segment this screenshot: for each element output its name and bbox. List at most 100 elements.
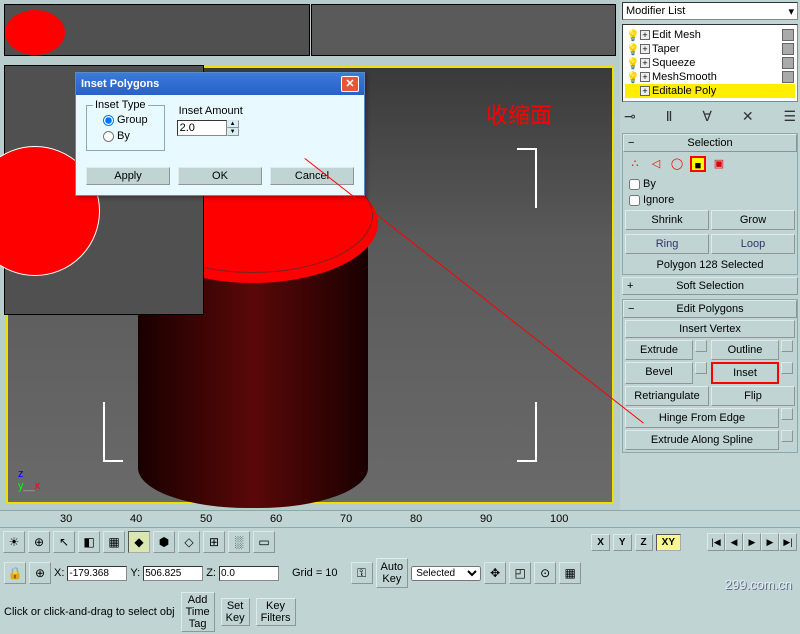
ignore-checkbox[interactable]	[629, 195, 640, 206]
toggle-icon[interactable]	[782, 43, 794, 55]
apply-button[interactable]: Apply	[86, 167, 170, 185]
auto-key-button[interactable]: Auto Key	[376, 558, 409, 588]
tool-icon[interactable]: ░	[228, 531, 250, 553]
shrink-button[interactable]: Shrink	[625, 210, 709, 230]
element-icon[interactable]: ▣	[711, 156, 727, 172]
z-input[interactable]	[219, 566, 279, 581]
prev-frame-icon[interactable]: ◀	[725, 533, 743, 551]
bulb-icon[interactable]: 💡	[626, 71, 638, 83]
by-checkbox[interactable]	[629, 179, 640, 190]
goto-end-icon[interactable]: ▶|	[779, 533, 797, 551]
inset-button[interactable]: Inset	[711, 362, 779, 384]
by-radio[interactable]	[103, 131, 114, 142]
delete-icon[interactable]: ✕	[742, 108, 754, 125]
modifier-item[interactable]: 💡+MeshSmooth	[625, 70, 795, 84]
modifier-item[interactable]: 💡+Edit Mesh	[625, 28, 795, 42]
nav-icon[interactable]: ▦	[559, 562, 581, 584]
ok-button[interactable]: OK	[178, 167, 262, 185]
edge-icon[interactable]: ◁	[648, 156, 664, 172]
bevel-settings[interactable]	[695, 362, 707, 374]
play-icon[interactable]: ▶	[743, 533, 761, 551]
expand-icon[interactable]: +	[640, 44, 650, 54]
spinner-up-icon[interactable]: ▲	[227, 120, 239, 128]
toggle-icon[interactable]	[782, 29, 794, 41]
inset-amount-input[interactable]	[177, 120, 227, 136]
hinge-settings[interactable]	[781, 408, 793, 420]
expand-icon[interactable]: +	[640, 86, 650, 96]
add-time-tag-button[interactable]: Add Time Tag	[181, 592, 215, 632]
lock-icon[interactable]: 🔒	[4, 562, 26, 584]
show-icon[interactable]: Ⅱ	[666, 108, 673, 125]
arrow-icon[interactable]: ↖	[53, 531, 75, 553]
panel-header[interactable]: −Edit Polygons	[623, 300, 797, 318]
x-input[interactable]	[67, 566, 127, 581]
insert-vertex-button[interactable]: Insert Vertex	[625, 320, 795, 338]
dialog-titlebar[interactable]: Inset Polygons ✕	[76, 73, 364, 95]
abs-rel-icon[interactable]: ⊕	[29, 562, 51, 584]
bulb-icon[interactable]: 💡	[626, 57, 638, 69]
outline-button[interactable]: Outline	[711, 340, 779, 360]
toggle-icon[interactable]	[782, 57, 794, 69]
modifier-stack[interactable]: 💡+Edit Mesh 💡+Taper 💡+Squeeze 💡+MeshSmoo…	[622, 24, 798, 102]
tool-icon[interactable]: ◧	[78, 531, 100, 553]
extrude-settings[interactable]	[695, 340, 707, 352]
tool-icon[interactable]: ◆	[128, 531, 150, 553]
viewport-top-right[interactable]	[311, 4, 617, 56]
extrude-spline-settings[interactable]	[781, 430, 793, 442]
tool-icon[interactable]: ◇	[178, 531, 200, 553]
ring-button[interactable]: Ring	[625, 234, 709, 254]
modifier-item[interactable]: 💡+Taper	[625, 42, 795, 56]
config-icon[interactable]: ☰	[783, 108, 796, 125]
flip-button[interactable]: Flip	[711, 386, 795, 406]
panel-header[interactable]: −Selection	[623, 134, 797, 152]
group-radio[interactable]	[103, 115, 114, 126]
modifier-list-dropdown[interactable]: Modifier List	[622, 2, 798, 20]
hinge-button[interactable]: Hinge From Edge	[625, 408, 779, 428]
axis-y-button[interactable]: Y	[613, 534, 632, 551]
nav-icon[interactable]: ⊙	[534, 562, 556, 584]
expand-icon[interactable]: +	[640, 30, 650, 40]
extrude-spline-button[interactable]: Extrude Along Spline	[625, 430, 779, 450]
tool-icon[interactable]: ▭	[253, 531, 275, 553]
border-icon[interactable]: ◯	[669, 156, 685, 172]
goto-start-icon[interactable]: |◀	[707, 533, 725, 551]
viewport-top-left[interactable]	[4, 4, 310, 56]
tool-icon[interactable]: ▦	[103, 531, 125, 553]
nav-icon[interactable]: ◰	[509, 562, 531, 584]
y-input[interactable]	[143, 566, 203, 581]
tool-icon[interactable]: ☀	[3, 531, 25, 553]
bevel-button[interactable]: Bevel	[625, 362, 693, 384]
close-icon[interactable]: ✕	[341, 76, 359, 92]
time-ruler[interactable]: 30 40 50 60 70 80 90 100	[0, 510, 800, 528]
expand-icon[interactable]: +	[640, 72, 650, 82]
inset-settings[interactable]	[781, 362, 793, 374]
axis-z-button[interactable]: Z	[635, 534, 653, 551]
loop-button[interactable]: Loop	[711, 234, 795, 254]
vertex-icon[interactable]: ∴	[627, 156, 643, 172]
tool-icon[interactable]: ⬢	[153, 531, 175, 553]
outline-settings[interactable]	[781, 340, 793, 352]
axis-xy-button[interactable]: XY	[656, 534, 681, 551]
soft-selection-header[interactable]: +Soft Selection	[622, 277, 798, 295]
extrude-button[interactable]: Extrude	[625, 340, 693, 360]
set-key-button[interactable]: Set Key	[221, 598, 250, 626]
key-filters-button[interactable]: Key Filters	[256, 598, 296, 626]
cancel-button[interactable]: Cancel	[270, 167, 354, 185]
key-icon[interactable]: ⚿	[351, 562, 373, 584]
retriangulate-button[interactable]: Retriangulate	[625, 386, 709, 406]
tool-icon[interactable]: ⊞	[203, 531, 225, 553]
grow-button[interactable]: Grow	[711, 210, 795, 230]
polygon-icon[interactable]: ■	[690, 156, 706, 172]
axis-x-button[interactable]: X	[591, 534, 610, 551]
next-frame-icon[interactable]: ▶	[761, 533, 779, 551]
nav-icon[interactable]: ✥	[484, 562, 506, 584]
modifier-item-active[interactable]: +Editable Poly	[625, 84, 795, 98]
spinner-down-icon[interactable]: ▼	[227, 128, 239, 136]
unique-icon[interactable]: ∀	[702, 108, 712, 125]
modifier-item[interactable]: 💡+Squeeze	[625, 56, 795, 70]
bulb-icon[interactable]: 💡	[626, 29, 638, 41]
tool-icon[interactable]: ⊕	[28, 531, 50, 553]
key-mode-select[interactable]: Selected	[411, 566, 481, 581]
expand-icon[interactable]: +	[640, 58, 650, 68]
pin-icon[interactable]: ⊸	[624, 108, 636, 125]
